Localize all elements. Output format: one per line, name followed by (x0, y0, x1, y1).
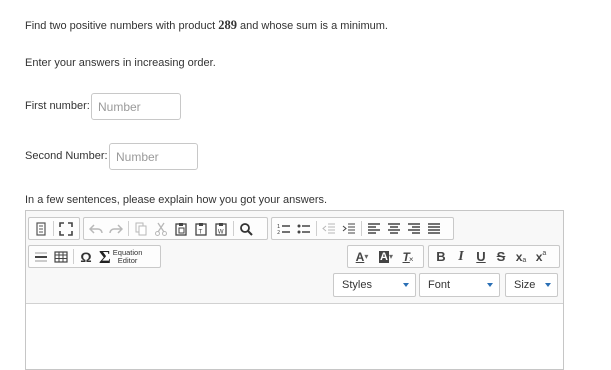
question-suffix: and whose sum is a minimum. (236, 20, 388, 32)
italic-icon[interactable]: I (451, 247, 471, 266)
instruction-text: Enter your answers in increasing order. (25, 57, 216, 69)
chevron-down-icon (545, 283, 551, 287)
paste-word-icon[interactable]: W (211, 219, 231, 238)
toolbar-group-colors: A ▾ A ▾ T × (347, 245, 424, 268)
styles-dropdown[interactable]: Styles (333, 273, 416, 297)
explain-prompt: In a few sentences, please explain how y… (25, 194, 328, 206)
indent-icon[interactable] (339, 219, 359, 238)
svg-text:2: 2 (277, 230, 280, 235)
first-number-label: First number: (25, 100, 90, 112)
equation-editor-button[interactable]: Σ Equation Editor (96, 247, 145, 266)
toolbar-group-basicstyles: B I U S xa xa (428, 245, 560, 268)
find-icon[interactable] (236, 219, 256, 238)
size-dropdown-label: Size (514, 279, 536, 291)
undo-icon[interactable] (86, 219, 106, 238)
font-dropdown-label: Font (428, 279, 451, 291)
outdent-icon[interactable] (319, 219, 339, 238)
equation-editor-icon: Σ (99, 246, 111, 267)
source-icon[interactable] (31, 219, 51, 238)
styles-dropdown-label: Styles (342, 279, 372, 291)
toolbar-group-clipboard: T W (83, 217, 268, 240)
text-color-icon[interactable]: A ▾ (350, 247, 374, 266)
editor-content-area[interactable] (26, 304, 563, 369)
superscript-icon[interactable]: xa (531, 247, 551, 266)
redo-icon[interactable] (106, 219, 126, 238)
second-number-input[interactable] (109, 143, 198, 170)
question-prefix: Find two positive numbers with product (25, 20, 219, 32)
align-right-icon[interactable] (404, 219, 424, 238)
question-text: Find two positive numbers with product 2… (25, 18, 388, 33)
bold-icon[interactable]: B (431, 247, 451, 266)
remove-format-icon[interactable]: T × (398, 247, 418, 266)
special-char-icon[interactable]: Ω (76, 247, 96, 266)
paste-text-icon[interactable]: T (191, 219, 211, 238)
toolbar-group-insert: Ω Σ Equation Editor (28, 245, 161, 268)
bulleted-list-icon[interactable] (294, 219, 314, 238)
table-icon[interactable] (51, 247, 71, 266)
strikethrough-icon[interactable]: S (491, 247, 511, 266)
underline-icon[interactable]: U (471, 247, 491, 266)
svg-text:W: W (218, 228, 224, 235)
size-dropdown[interactable]: Size (505, 273, 558, 297)
toolbar-group-document (28, 217, 80, 240)
question-product: 289 (218, 18, 237, 32)
svg-text:T: T (198, 228, 203, 235)
copy-icon[interactable] (131, 219, 151, 238)
chevron-down-icon (487, 283, 493, 287)
second-number-label: Second Number: (25, 150, 108, 162)
horizontal-rule-icon[interactable] (31, 247, 51, 266)
numbered-list-icon[interactable]: 12 (274, 219, 294, 238)
chevron-down-icon (403, 283, 409, 287)
toolbar-group-paragraph: 12 (271, 217, 454, 240)
subscript-icon[interactable]: xa (511, 247, 531, 266)
cut-icon[interactable] (151, 219, 171, 238)
align-left-icon[interactable] (364, 219, 384, 238)
maximize-icon[interactable] (56, 219, 76, 238)
first-number-input[interactable] (91, 93, 181, 120)
font-dropdown[interactable]: Font (419, 273, 500, 297)
equation-editor-label: Equation Editor (112, 247, 143, 265)
align-center-icon[interactable] (384, 219, 404, 238)
background-color-icon[interactable]: A ▾ (374, 247, 398, 266)
justify-icon[interactable] (424, 219, 444, 238)
paste-icon[interactable] (171, 219, 191, 238)
